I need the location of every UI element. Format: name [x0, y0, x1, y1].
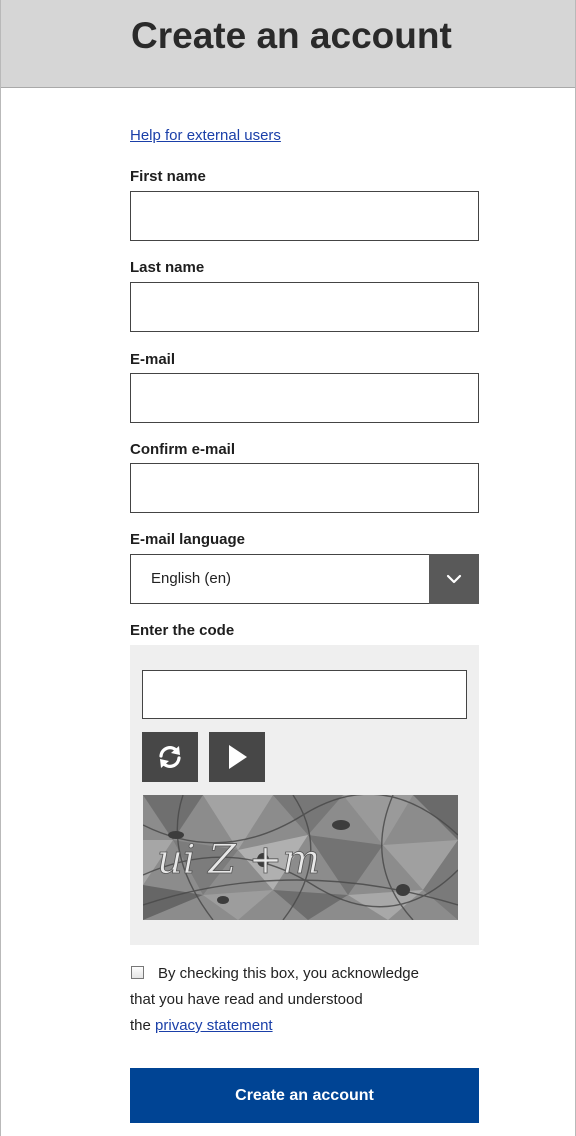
email-language-select[interactable]: English (en)	[130, 554, 479, 604]
create-account-button[interactable]: Create an account	[130, 1068, 479, 1123]
email-input[interactable]	[130, 373, 479, 423]
captcha-code-text: ui Z +m	[157, 837, 320, 883]
consent-text-line2: that you have read and understood	[130, 991, 363, 1008]
play-icon	[229, 745, 247, 769]
chevron-down-icon	[446, 574, 462, 584]
create-account-page: Create an account Help for external user…	[0, 0, 576, 1136]
privacy-statement-link[interactable]: privacy statement	[155, 1017, 273, 1034]
captcha-input[interactable]	[142, 670, 467, 719]
captcha-panel: ui Z +m	[130, 645, 479, 945]
last-name-input[interactable]	[130, 282, 479, 332]
privacy-consent: By checking this box, you acknowledge th…	[130, 961, 490, 1039]
first-name-input[interactable]	[130, 191, 479, 241]
audio-captcha-button[interactable]	[209, 732, 265, 782]
first-name-label: First name	[130, 168, 206, 185]
confirm-email-input[interactable]	[130, 463, 479, 513]
dropdown-toggle[interactable]	[429, 554, 479, 604]
help-external-users-link[interactable]: Help for external users	[130, 127, 281, 144]
page-title: Create an account	[131, 15, 452, 56]
email-language-label: E-mail language	[130, 531, 246, 548]
page-header: Create an account	[1, 0, 575, 88]
consent-text-prefix: the	[130, 1017, 151, 1034]
refresh-icon	[159, 746, 181, 768]
consent-text-line1: By checking this box, you acknowledge	[158, 965, 419, 982]
privacy-consent-checkbox[interactable]	[131, 966, 144, 979]
refresh-captcha-button[interactable]	[142, 732, 198, 782]
confirm-email-label: Confirm e-mail	[130, 441, 236, 458]
email-language-value: English (en)	[151, 570, 232, 587]
last-name-label: Last name	[130, 259, 205, 276]
captcha-image: ui Z +m	[143, 795, 458, 920]
captcha-label: Enter the code	[130, 622, 235, 639]
email-label: E-mail	[130, 351, 176, 368]
